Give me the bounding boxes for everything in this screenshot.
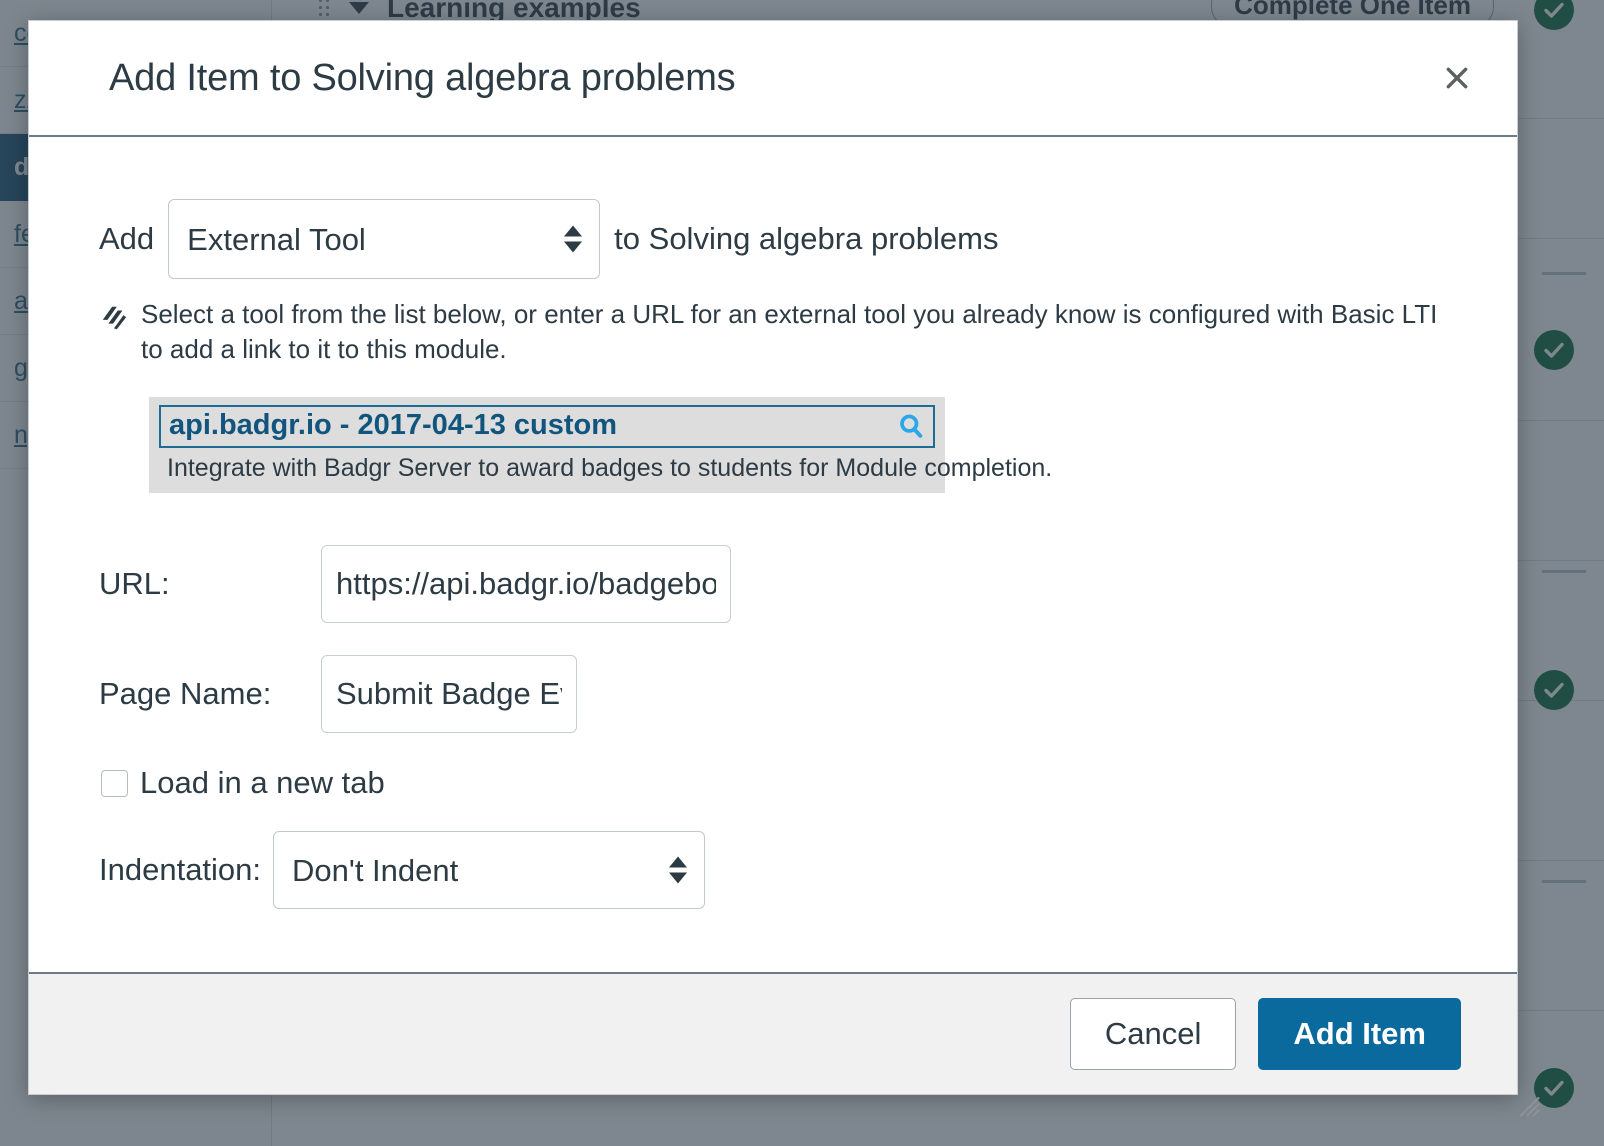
item-type-select[interactable]: External Tool: [168, 199, 600, 279]
load-in-new-tab-checkbox[interactable]: [101, 770, 128, 797]
tool-description-label: Integrate with Badgr Server to award bad…: [159, 448, 935, 483]
indentation-label: Indentation:: [99, 852, 261, 888]
cancel-button[interactable]: Cancel: [1070, 998, 1237, 1070]
load-in-new-tab-label: Load in a new tab: [140, 765, 385, 801]
url-input[interactable]: [321, 545, 731, 623]
search-icon[interactable]: [897, 412, 925, 440]
resize-grip-icon[interactable]: [1511, 1088, 1541, 1118]
dialog-body: Add External Tool to Solving algebra pro…: [29, 137, 1517, 972]
add-prefix-label: Add: [99, 221, 154, 257]
add-suffix-label: to Solving algebra problems: [614, 221, 998, 257]
url-label: URL:: [99, 566, 321, 602]
page-name-row: Page Name:: [99, 655, 1447, 733]
indentation-select-wrapper: Don't Indent: [273, 831, 705, 909]
add-item-button[interactable]: Add Item: [1258, 998, 1461, 1070]
indentation-select[interactable]: Don't Indent: [273, 831, 705, 909]
item-type-select-wrapper: External Tool: [168, 199, 600, 279]
lti-help-text: Select a tool from the list below, or en…: [141, 297, 1447, 367]
url-row: URL:: [99, 545, 1447, 623]
external-tool-list[interactable]: api.badgr.io - 2017-04-13 custom Integra…: [149, 397, 945, 493]
dialog-title: Add Item to Solving algebra problems: [29, 57, 735, 100]
page-name-label: Page Name:: [99, 676, 321, 712]
add-item-dialog: Add Item to Solving algebra problems Add…: [28, 20, 1518, 1095]
tool-name-label: api.badgr.io - 2017-04-13 custom: [169, 409, 617, 442]
lti-help-row: Select a tool from the list below, or en…: [99, 297, 1447, 367]
dialog-footer: Cancel Add Item: [29, 972, 1517, 1094]
tool-list-item-selected[interactable]: api.badgr.io - 2017-04-13 custom: [159, 405, 935, 448]
indentation-row: Indentation: Don't Indent: [99, 831, 1447, 909]
close-icon[interactable]: [1437, 58, 1477, 98]
new-tab-row: Load in a new tab: [101, 765, 1447, 801]
dialog-header: Add Item to Solving algebra problems: [29, 21, 1517, 137]
page-name-input[interactable]: [321, 655, 577, 733]
add-type-row: Add External Tool to Solving algebra pro…: [99, 199, 1447, 279]
lti-tool-icon: [99, 303, 129, 333]
